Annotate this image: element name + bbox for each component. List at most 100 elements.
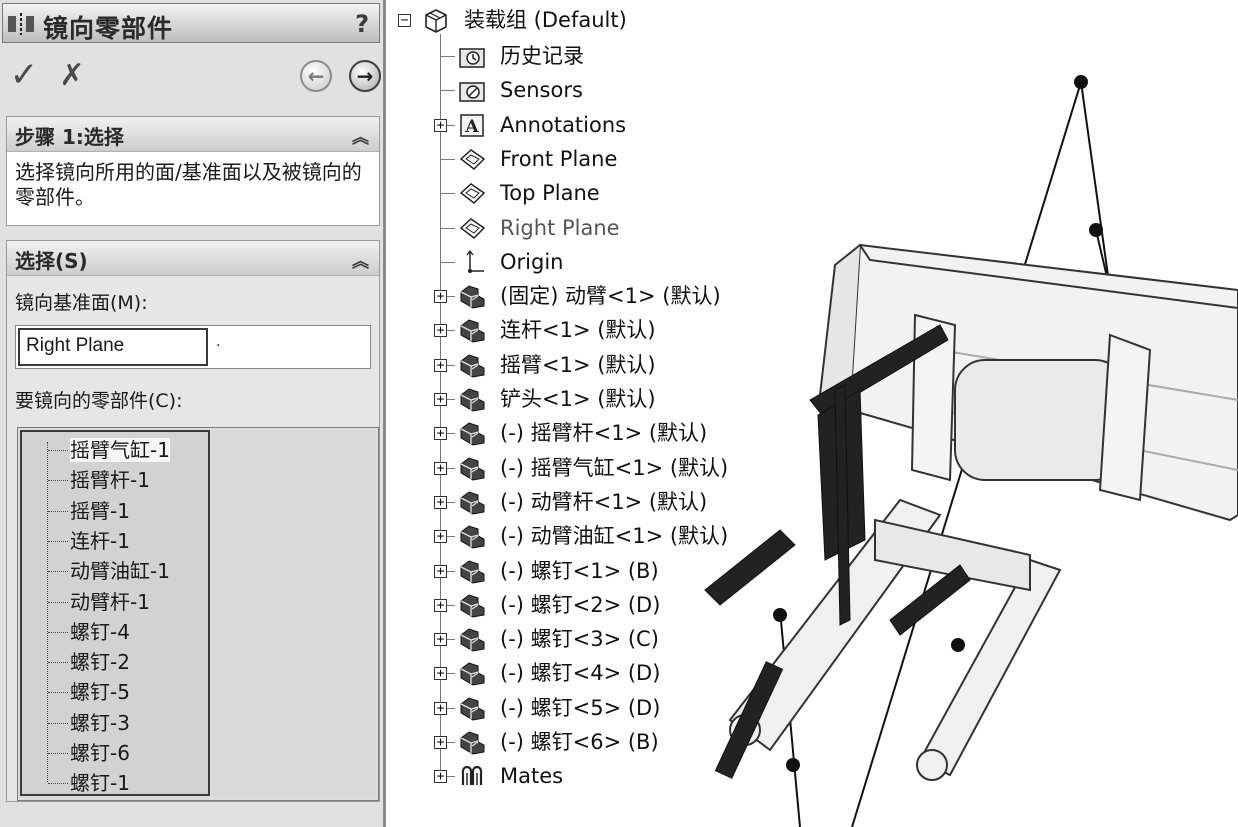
root-label: 装载组 (Default) — [464, 8, 627, 32]
expand-toggle[interactable]: + — [434, 701, 447, 715]
component-label: 螺钉-5 — [70, 680, 130, 705]
expand-toggle[interactable]: + — [434, 427, 447, 441]
graphics-area[interactable] — [700, 60, 1238, 827]
tree-item-label: (-) 螺钉<2> (D) — [500, 592, 661, 617]
expand-toggle[interactable]: + — [434, 118, 447, 132]
mirror-plane-field[interactable]: Right Plane · — [15, 325, 371, 369]
expand-toggle[interactable]: + — [434, 770, 447, 784]
selection-header[interactable]: 选择(S) ︽ — [7, 241, 379, 276]
feature-tree: − 装载组 (Default) 历史记录 Sensors + A Annotations… — [392, 0, 752, 827]
tree-item-label: (-) 动臂油缸<1> (默认) — [500, 524, 729, 549]
component-list-item[interactable]: 螺钉-2 — [44, 648, 130, 676]
tree-item-label: 历史记录 — [500, 44, 584, 68]
tree-connector — [441, 193, 455, 195]
tree-item-label: (-) 动臂杆<1> (默认) — [500, 489, 708, 514]
component-label: 螺钉-6 — [70, 741, 130, 765]
expand-toggle[interactable]: + — [434, 461, 447, 475]
ok-button[interactable]: ✓ — [6, 55, 42, 95]
tree-item-label: 铲头<1> (默认) — [500, 387, 656, 411]
step-1-header[interactable]: 步骤 1:选择 ︽ — [7, 117, 379, 152]
tree-item-label: Right Plane — [500, 215, 620, 240]
origin-icon — [466, 249, 484, 273]
component-list-item[interactable]: 动臂杆-1 — [44, 588, 150, 616]
component-list-item[interactable]: 螺钉-6 — [44, 739, 130, 767]
help-button[interactable]: ? — [355, 10, 369, 38]
component-list-item[interactable]: 螺钉-4 — [44, 618, 130, 646]
expand-toggle[interactable]: + — [434, 598, 447, 612]
component-label: 摇臂杆-1 — [70, 468, 150, 493]
component-list-item[interactable]: 螺钉-3 — [44, 709, 130, 737]
expand-toggle[interactable]: + — [434, 358, 447, 372]
component-label: 摇臂气缸-1 — [70, 438, 170, 462]
sensors-folder-icon — [459, 82, 485, 103]
tree-item-label: (-) 摇臂气缸<1> (默认) — [500, 455, 729, 480]
component-label: 连杆-1 — [70, 528, 130, 553]
selection-title: 选择(S) — [15, 249, 88, 273]
bucket-model — [818, 243, 1238, 522]
tree-item-label: (-) 螺钉<3> (C) — [500, 627, 659, 652]
part-icon — [460, 388, 485, 412]
component-list-item[interactable]: 摇臂-1 — [44, 497, 130, 525]
svg-text:A: A — [464, 117, 479, 137]
mirror-plane-value[interactable]: Right Plane — [18, 328, 208, 366]
plane-icon — [459, 183, 486, 205]
cancel-button[interactable]: ✗ — [54, 57, 90, 93]
expand-toggle[interactable]: + — [434, 393, 447, 406]
component-label: 螺钉-2 — [70, 650, 130, 675]
part-icon — [460, 422, 485, 446]
component-list-item[interactable]: 螺钉-5 — [44, 678, 130, 706]
expand-toggle[interactable]: + — [434, 290, 447, 304]
tree-item-label: Mates — [500, 764, 564, 789]
tree-item-label: (-) 螺钉<1> (B) — [500, 558, 659, 583]
tree-connector — [441, 227, 455, 229]
back-arrow-icon: ← — [307, 64, 325, 88]
back-button[interactable]: ← — [300, 60, 332, 92]
expand-toggle[interactable]: + — [434, 736, 447, 749]
x-icon: ✗ — [59, 57, 85, 93]
pm-title-bar: 镜向零部件 ? — [2, 3, 380, 43]
component-label: 螺钉-4 — [70, 619, 130, 644]
expand-toggle[interactable]: + — [434, 495, 447, 509]
forward-button[interactable]: → — [349, 60, 381, 92]
field-marker: · — [216, 338, 221, 354]
tree-connector — [441, 158, 455, 160]
selection-group: 选择(S) ︽ 镜向基准面(M): Right Plane · 要镜向的零部件(… — [6, 240, 380, 802]
components-list-empty-area — [212, 430, 376, 796]
part-icon — [460, 697, 485, 721]
expand-toggle[interactable]: + — [434, 667, 447, 681]
component-label: 动臂油缸-1 — [70, 559, 170, 584]
expand-toggle[interactable]: + — [434, 564, 447, 578]
component-label: 螺钉-1 — [70, 771, 130, 796]
plane-icon — [459, 217, 486, 239]
tree-connector — [441, 56, 455, 57]
part-icon — [460, 491, 485, 515]
annotations-icon: A — [460, 113, 484, 137]
tree-item-label: (固定) 动臂<1> (默认) — [500, 284, 721, 309]
pm-title: 镜向零部件 — [43, 14, 174, 43]
expand-toggle[interactable]: + — [434, 633, 447, 647]
property-manager: 镜向零部件 ? ✓ ✗ ← → 步骤 1:选择 ︽ 选择镜向所用的面/基准面以及… — [0, 0, 386, 827]
components-list-inner[interactable]: 摇臂气缸-1 摇臂杆-1 摇臂-1 连杆-1 动臂油缸-1 动臂杆-1 螺钉-4 螺钉-2 螺钉… — [20, 430, 210, 796]
collapse-icon[interactable]: ︽ — [352, 247, 369, 272]
tree-item-label: 摇臂<1> (默认) — [500, 352, 656, 377]
checkmark-icon: ✓ — [9, 55, 39, 95]
plane-icon — [459, 148, 486, 170]
expand-toggle[interactable]: + — [434, 530, 447, 544]
part-icon — [460, 457, 485, 481]
part-icon — [460, 731, 485, 755]
component-list-item[interactable]: 摇臂杆-1 — [44, 466, 150, 494]
component-list-item[interactable]: 螺钉-1 — [44, 769, 130, 797]
part-icon — [460, 662, 485, 686]
component-list-item[interactable]: 动臂油缸-1 — [44, 557, 170, 585]
component-label: 螺钉-3 — [70, 710, 130, 735]
part-icon — [460, 628, 485, 652]
component-list-item[interactable]: 连杆-1 — [44, 527, 130, 555]
history-folder-icon — [459, 48, 485, 68]
expand-toggle[interactable]: + — [434, 324, 447, 338]
collapse-toggle[interactable]: − — [398, 14, 411, 27]
components-list[interactable]: 摇臂气缸-1 摇臂杆-1 摇臂-1 连杆-1 动臂油缸-1 动臂杆-1 螺钉-4 螺钉-2 螺钉… — [17, 427, 379, 801]
mirror-components-icon — [8, 13, 34, 35]
component-list-item[interactable]: 摇臂气缸-1 — [44, 436, 170, 464]
component-label: 动臂杆-1 — [70, 589, 150, 614]
collapse-icon[interactable]: ︽ — [352, 123, 369, 148]
